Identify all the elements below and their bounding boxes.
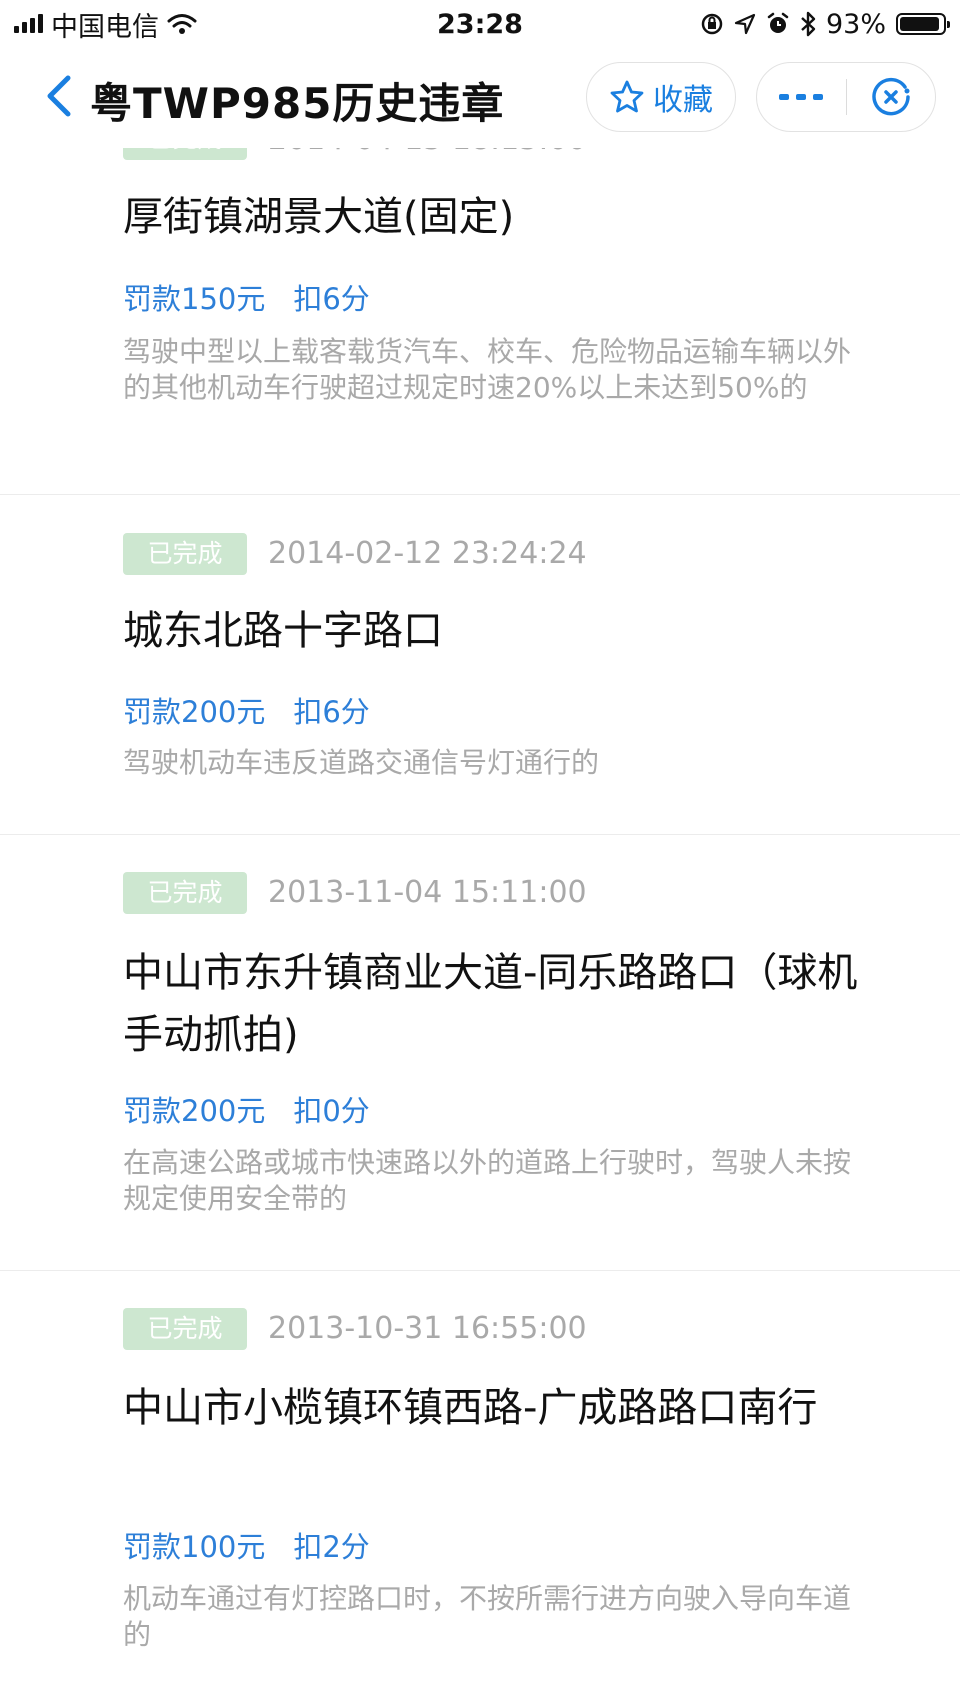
violation-time: 2013-11-04 15:11:00 [268, 875, 587, 910]
back-icon[interactable] [40, 72, 80, 120]
points-deducted: 扣2分 [293, 1530, 370, 1564]
points-deducted: 扣6分 [293, 282, 370, 316]
violation-description: 驾驶机动车违反道路交通信号灯通行的 [123, 746, 600, 779]
fine-amount: 罚款150元 [123, 282, 266, 316]
violation-description: 驾驶中型以上载客载货汽车、校车、危险物品运输车辆以外的其他机动车行驶超过规定时速… [123, 335, 852, 404]
violation-description: 在高速公路或城市快速路以外的道路上行驶时，驾驶人未按规定使用安全带的 [123, 1146, 852, 1215]
bluetooth-icon [801, 11, 816, 37]
record-divider [0, 1270, 960, 1271]
close-icon [872, 77, 910, 116]
more-button[interactable] [757, 63, 846, 131]
battery-icon [896, 13, 950, 35]
violation-location: 中山市东升镇商业大道-同乐路路口（球机手动抓拍) [123, 950, 858, 1058]
status-badge: 已完成 [123, 1308, 247, 1350]
violation-location: 厚街镇湖景大道(固定) [123, 194, 515, 240]
points-deducted: 扣6分 [293, 695, 370, 729]
signal-icon [14, 14, 43, 33]
points-deducted: 扣0分 [293, 1094, 370, 1128]
battery-fill [900, 17, 940, 31]
mini-program-capsule [756, 62, 936, 132]
fine-amount: 罚款100元 [123, 1530, 266, 1564]
violation-time: 2013-10-31 16:55:00 [268, 1311, 587, 1346]
penalty-info: 罚款150元 扣6分 [123, 276, 370, 318]
penalty-info: 罚款200元 扣0分 [123, 1088, 370, 1130]
status-badge: 已完成 [123, 872, 247, 914]
record-divider [0, 494, 960, 495]
penalty-info: 罚款200元 扣6分 [123, 689, 370, 731]
page-title: 粤TWP985历史违章 [90, 79, 505, 128]
fine-amount: 罚款200元 [123, 1094, 266, 1128]
status-bar: 中国电信 23:28 93% [0, 0, 960, 48]
fine-amount: 罚款200元 [123, 695, 266, 729]
orientation-lock-icon [701, 13, 723, 35]
wifi-icon [167, 14, 197, 34]
violation-time: 2014-02-12 23:24:24 [268, 536, 587, 571]
favorite-button[interactable]: 收藏 [586, 62, 736, 132]
violation-location: 中山市小榄镇环镇西路-广成路路口南行 [123, 1385, 818, 1431]
violation-description: 机动车通过有灯控路口时，不按所需行进方向驶入导向车道的 [123, 1582, 852, 1651]
favorite-label: 收藏 [653, 83, 713, 118]
nav-header: 粤TWP985历史违章 收藏 [0, 48, 960, 148]
record-divider [0, 834, 960, 835]
star-icon [610, 80, 644, 113]
more-icon [779, 94, 824, 100]
status-badge: 已完成 [123, 533, 247, 575]
penalty-info: 罚款100元 扣2分 [123, 1524, 370, 1566]
close-button[interactable] [847, 63, 936, 131]
violation-location: 城东北路十字路口 [123, 608, 443, 654]
battery-percent: 93% [825, 8, 886, 40]
alarm-icon [767, 12, 789, 33]
carrier-label: 中国电信 [51, 11, 159, 43]
location-icon [734, 13, 756, 35]
